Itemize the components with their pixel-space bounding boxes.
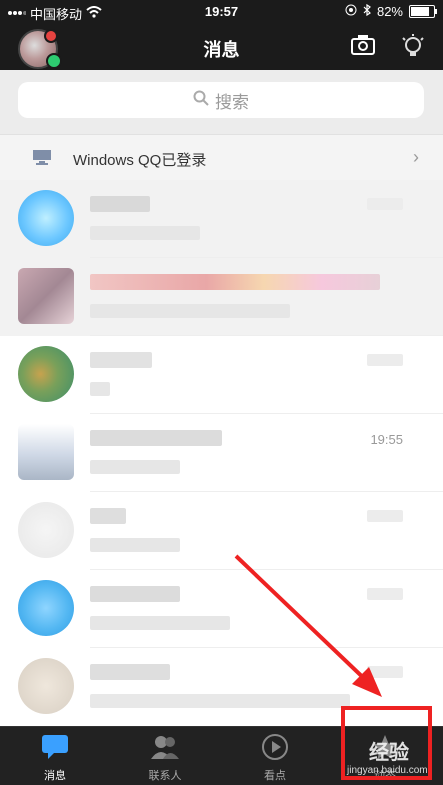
battery-level [411,7,430,16]
pc-login-text: Windows QQ已登录 [73,152,207,169]
list-item[interactable] [0,258,443,336]
tab-label: 联系人 [148,770,182,782]
avatar [18,346,74,402]
nav-bar: 消息 [0,24,443,70]
camera-icon[interactable] [351,34,377,60]
avatar [18,190,74,246]
timestamp: 19:55 [370,432,403,447]
lightbulb-icon[interactable] [400,34,426,60]
avatar [18,268,74,324]
watermark-text: 经验 [369,742,409,764]
chat-bubble-icon [40,733,70,761]
tab-label: 看点 [264,770,286,782]
search-input[interactable]: 搜索 [18,82,424,118]
avatar [18,424,74,480]
battery-percent: 82% [376,4,403,19]
watermark-url: jingyan.baidu.com [347,765,428,776]
pc-login-bar[interactable]: Windows QQ已登录 › [0,134,443,182]
tab-messages[interactable]: 消息 [0,727,110,785]
location-icon [345,4,357,19]
battery-icon [409,5,437,18]
tab-contacts[interactable]: 联系人 [110,727,220,785]
list-item[interactable] [0,336,443,414]
avatar [18,658,74,714]
watermark: 经验 jingyan.baidu.com [343,730,433,780]
avatar [18,580,74,636]
list-item[interactable]: 19:55 [0,414,443,492]
avatar [18,502,74,558]
list-item[interactable] [0,180,443,258]
play-icon [260,733,290,761]
tab-kandian[interactable]: 看点 [220,727,330,785]
list-item[interactable] [0,570,443,648]
status-bar: 中国移动 19:57 82% [0,0,443,24]
conversation-list: 19:55 [0,180,443,726]
search-placeholder: 搜索 [215,92,249,112]
bluetooth-icon [363,3,371,19]
contacts-icon [150,733,180,761]
tab-label: 消息 [44,770,66,782]
list-item[interactable] [0,492,443,570]
computer-icon [32,149,52,165]
search-icon [193,90,209,111]
chevron-right-icon: › [413,147,419,167]
search-bar-area: 搜索 [0,70,443,134]
